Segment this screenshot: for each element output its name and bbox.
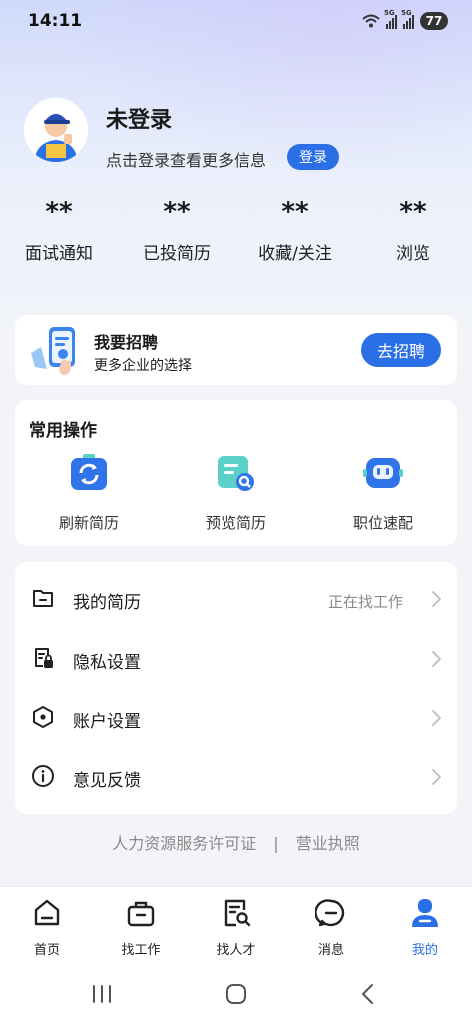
tab-find-job[interactable]: 找工作 [106, 897, 176, 958]
home-button-icon[interactable] [216, 982, 256, 1006]
tab-label: 找人才 [216, 943, 256, 958]
footer-separator: | [273, 834, 279, 853]
common-actions-title: 常用操作 [29, 421, 97, 441]
info-icon [32, 765, 54, 787]
tab-label: 找工作 [121, 943, 161, 958]
battery-icon: 77 [420, 12, 448, 30]
hr-service-license-link[interactable]: 人力资源服务许可证 [112, 834, 256, 853]
menu-item-privacy-settings[interactable]: 隐私设置 [15, 626, 457, 685]
menu-item-label: 我的简历 [73, 593, 141, 613]
status-time: 14:11 [28, 11, 83, 31]
footer-links: 人力资源服务许可证 | 营业执照 [0, 830, 472, 854]
system-navigation-bar [0, 960, 472, 1024]
action-label: 预览简历 [205, 514, 266, 532]
stat-interview-notice[interactable]: ** 面试通知 [4, 195, 114, 264]
recruit-card[interactable]: 我要招聘 更多企业的选择 去招聘 [15, 315, 457, 385]
signal-icon-2: 5G [401, 9, 414, 29]
stat-label: 面试通知 [25, 244, 93, 264]
chevron-right-icon [432, 710, 441, 726]
business-license-link[interactable]: 营业执照 [296, 834, 360, 853]
action-label: 刷新简历 [58, 514, 119, 532]
menu-item-label: 隐私设置 [73, 653, 141, 673]
tab-find-talent[interactable]: 找人才 [201, 897, 271, 958]
recent-apps-icon[interactable] [82, 982, 122, 1006]
menu-item-my-resume[interactable]: 我的简历 正在找工作 [15, 566, 457, 625]
status-bar: 14:11 5G 5G 77 [0, 0, 472, 44]
bottom-tab-bar: 首页 找工作 找人才 消息 我的 [0, 886, 472, 960]
folder-icon [33, 590, 53, 607]
stat-submitted-resume[interactable]: ** 已投简历 [122, 195, 232, 264]
tab-label: 首页 [33, 943, 60, 958]
chevron-right-icon [432, 651, 441, 667]
hexagon-settings-icon [33, 706, 53, 728]
avatar-worker-illustration [24, 98, 88, 162]
settings-menu-card: 我的简历 正在找工作 隐私设置 账户设置 意见反馈 [15, 562, 457, 814]
profile-name[interactable]: 未登录 [106, 102, 172, 134]
action-label: 职位速配 [352, 514, 413, 532]
profile-login-hint[interactable]: 点击登录查看更多信息 [106, 147, 266, 171]
signal-2-label: 5G [401, 9, 412, 17]
menu-item-account-settings[interactable]: 账户设置 [15, 685, 457, 744]
tab-mine[interactable]: 我的 [390, 897, 460, 958]
login-button[interactable]: 登录 [287, 144, 339, 170]
menu-item-feedback[interactable]: 意见反馈 [15, 744, 457, 803]
stat-value: ** [399, 197, 427, 227]
tab-label: 消息 [317, 943, 344, 958]
signal-icon-1: 5G [384, 9, 397, 29]
stat-label: 已投简历 [143, 244, 211, 264]
action-refresh-resume[interactable]: 刷新简历 [29, 452, 149, 533]
stat-label: 收藏/关注 [258, 244, 332, 264]
tab-home[interactable]: 首页 [12, 897, 82, 958]
tab-messages[interactable]: 消息 [296, 897, 366, 958]
signal-1-label: 5G [384, 9, 395, 17]
action-job-match[interactable]: 职位速配 [323, 452, 443, 533]
stat-browse[interactable]: ** 浏览 [358, 195, 468, 264]
home-icon [34, 899, 60, 926]
avatar[interactable] [24, 98, 88, 162]
menu-item-label: 账户设置 [73, 712, 141, 732]
refresh-resume-icon [71, 454, 107, 490]
recruit-phone-icon [31, 327, 75, 375]
back-icon[interactable] [348, 982, 388, 1006]
stat-value: ** [45, 197, 73, 227]
stat-value: ** [281, 197, 309, 227]
briefcase-icon [127, 901, 155, 927]
privacy-lock-icon [35, 648, 53, 668]
wifi-icon [362, 14, 380, 28]
message-icon [314, 899, 345, 927]
menu-item-label: 意见反馈 [73, 771, 141, 791]
go-recruit-button[interactable]: 去招聘 [361, 333, 441, 367]
stat-label: 浏览 [396, 244, 430, 264]
recruit-title: 我要招聘 [94, 333, 159, 352]
stat-favorites-follow[interactable]: ** 收藏/关注 [240, 195, 350, 264]
chevron-right-icon [432, 769, 441, 785]
preview-resume-icon [218, 456, 254, 491]
recruit-subtitle: 更多企业的选择 [94, 358, 192, 374]
status-icons: 5G 5G 77 [362, 9, 448, 30]
stat-value: ** [163, 197, 191, 227]
profile-icon [412, 899, 438, 927]
chevron-right-icon [432, 591, 441, 607]
job-search-status: 正在找工作 [327, 593, 403, 611]
job-match-robot-icon [363, 458, 403, 488]
common-actions-card: 常用操作 刷新简历 预览简历 职位速配 [15, 400, 457, 546]
talent-search-icon [224, 899, 251, 927]
action-preview-resume[interactable]: 预览简历 [176, 452, 296, 533]
tab-label: 我的 [411, 943, 438, 958]
